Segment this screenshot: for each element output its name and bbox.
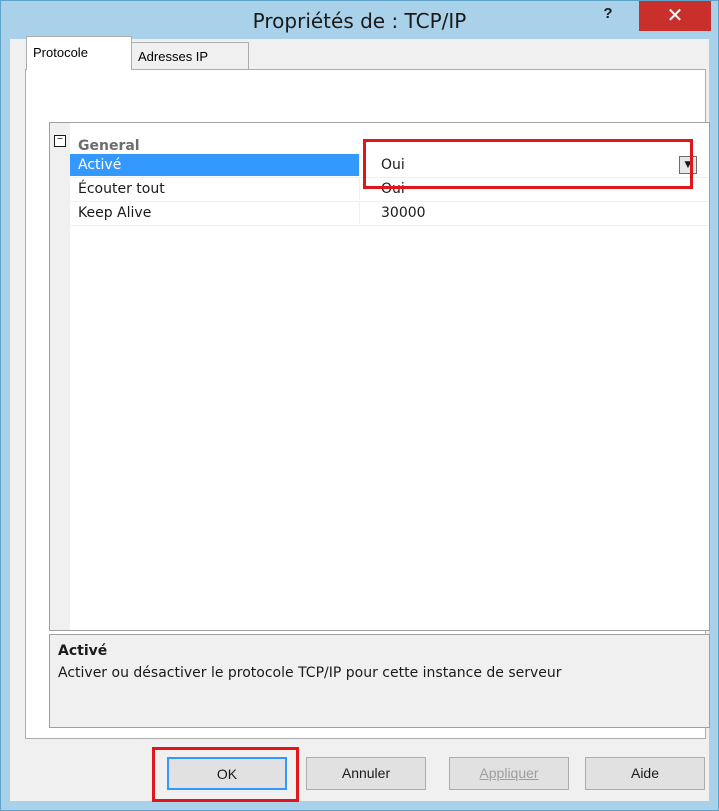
property-name[interactable]: Keep Alive	[70, 202, 360, 224]
description-panel: Activé Activer ou désactiver le protocol…	[49, 634, 710, 728]
tab-protocole[interactable]: Protocole	[26, 36, 132, 70]
ok-button[interactable]: OK	[167, 757, 287, 790]
chevron-down-icon: ▼	[684, 160, 692, 170]
property-value: Oui	[381, 157, 405, 173]
category-label: General	[78, 138, 140, 154]
cancel-button[interactable]: Annuler	[306, 757, 426, 790]
property-name[interactable]: Écouter tout	[70, 178, 360, 200]
title-bar: Propriétés de : TCP/IP ? ✕	[1, 1, 718, 39]
property-grid: − General Activé Oui ▼ Écouter tout Oui …	[49, 122, 710, 631]
property-value[interactable]: 30000	[377, 202, 699, 224]
property-value[interactable]: Oui	[377, 178, 699, 200]
close-icon: ✕	[666, 5, 684, 27]
category-row-general[interactable]: − General	[50, 129, 709, 154]
property-name[interactable]: Activé	[70, 154, 360, 176]
description-title: Activé	[58, 643, 108, 659]
help-button[interactable]: Aide	[585, 757, 705, 790]
dropdown-button[interactable]: ▼	[679, 156, 697, 174]
property-value-dropdown[interactable]: Oui ▼	[377, 154, 699, 176]
collapse-icon[interactable]: −	[54, 135, 66, 147]
property-row-listen-all[interactable]: Écouter tout Oui	[70, 178, 709, 202]
close-button[interactable]: ✕	[639, 1, 711, 31]
grid-gutter	[50, 123, 70, 630]
property-row-active[interactable]: Activé Oui ▼	[70, 154, 709, 178]
description-text: Activer ou désactiver le protocole TCP/I…	[58, 665, 562, 681]
apply-button[interactable]: Appliquer	[449, 757, 569, 790]
tab-adresses-ip[interactable]: Adresses IP	[131, 42, 249, 70]
help-icon[interactable]: ?	[595, 5, 621, 27]
property-row-keep-alive[interactable]: Keep Alive 30000	[70, 202, 709, 226]
